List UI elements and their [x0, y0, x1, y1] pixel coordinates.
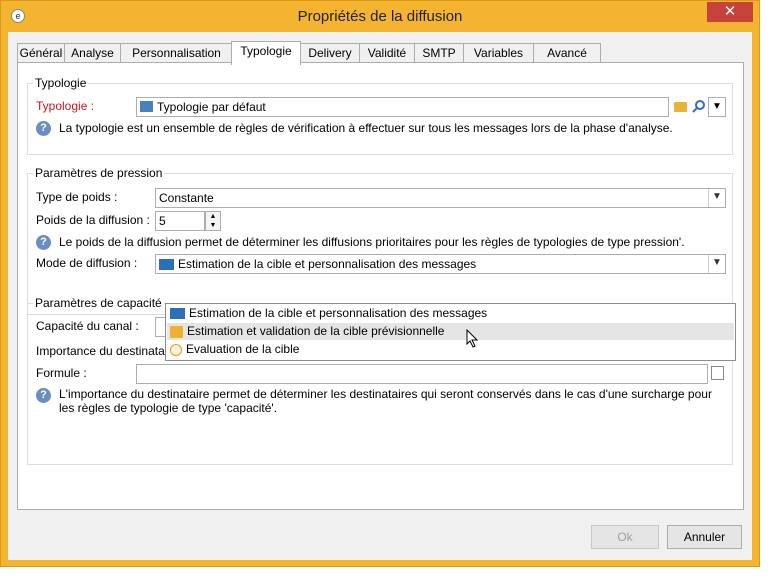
capacite-note-line2: les règles de typologie de type 'capacit…	[59, 401, 278, 415]
poids-spinner[interactable]: ▲ ▼	[205, 211, 221, 231]
mode-diffusion-label: Mode de diffusion :	[36, 256, 138, 270]
typologie-label: Typologie :	[36, 99, 95, 113]
info-icon: ?	[36, 121, 51, 136]
capacite-group-title: Paramètres de capacité	[33, 296, 164, 310]
tab-analyse[interactable]: Analyse	[64, 43, 121, 63]
typologie-group-title: Typologie	[33, 76, 89, 90]
cancel-button[interactable]: Annuler	[667, 525, 742, 549]
chevron-down-icon[interactable]: ▼	[708, 189, 725, 207]
tab-smtp[interactable]: SMTP	[414, 43, 464, 63]
typologie-field[interactable]: Typologie par défaut	[136, 97, 669, 117]
folder-icon[interactable]	[674, 102, 687, 112]
tab-panel: Typologie Typologie : Typologie par défa…	[17, 62, 744, 510]
info-icon: ?	[36, 388, 51, 403]
expression-editor-icon[interactable]	[711, 366, 724, 380]
tab-general[interactable]: Général	[17, 43, 65, 63]
dropdown-option[interactable]: Estimation et validation de la cible pré…	[167, 323, 734, 340]
mode-diffusion-value: Estimation de la cible et personnalisati…	[178, 257, 477, 271]
type-poids-select[interactable]: Constante ▼	[155, 188, 726, 208]
typologie-note: La typologie est un ensemble de règles d…	[59, 121, 673, 135]
mail-icon	[170, 308, 185, 320]
pression-note: Le poids de la diffusion permet de déter…	[59, 235, 685, 249]
ok-button[interactable]: Ok	[591, 525, 659, 549]
dialog-client: Général Analyse Personnalisation Typolog…	[8, 32, 752, 560]
tab-personnalisation[interactable]: Personnalisation	[120, 43, 233, 63]
formule-input[interactable]	[136, 364, 708, 384]
mail-icon	[159, 259, 174, 271]
typologie-dropdown-button[interactable]: ▼	[708, 97, 726, 117]
chevron-down-icon[interactable]: ▼	[708, 255, 725, 273]
dropdown-option[interactable]: Estimation de la cible et personnalisati…	[167, 305, 734, 322]
title-bar[interactable]: e Propriétés de la diffusion ✕	[1, 1, 759, 31]
tab-validite[interactable]: Validité	[359, 43, 415, 63]
close-button[interactable]: ✕	[707, 2, 753, 22]
calendar-icon	[170, 325, 183, 338]
capacite-note-line1: L'importance du destinataire permet de d…	[59, 387, 712, 401]
search-icon[interactable]	[691, 99, 707, 115]
window-title: Propriétés de la diffusion	[297, 8, 463, 25]
tab-avance[interactable]: Avancé	[533, 43, 601, 63]
dialog-window: e Propriétés de la diffusion ✕ Général A…	[0, 0, 760, 567]
typologie-group	[27, 83, 733, 155]
dropdown-option[interactable]: Evaluation de la cible	[167, 341, 734, 358]
importance-title: Importance du destinataire	[36, 344, 179, 358]
formule-label: Formule :	[36, 366, 87, 380]
poids-label: Poids de la diffusion :	[36, 213, 150, 227]
tab-delivery[interactable]: Delivery	[300, 43, 360, 63]
typologie-value: Typologie par défaut	[157, 100, 266, 114]
poids-input[interactable]: 5	[155, 211, 205, 231]
tab-typologie[interactable]: Typologie	[231, 41, 301, 65]
typologie-icon	[140, 101, 153, 112]
mode-diffusion-dropdown[interactable]: Estimation de la cible et personnalisati…	[165, 303, 736, 361]
capacite-canal-label: Capacité du canal :	[36, 319, 139, 333]
mouse-cursor-icon	[466, 329, 479, 348]
mode-diffusion-select[interactable]: Estimation de la cible et personnalisati…	[155, 254, 726, 274]
info-icon: ?	[36, 235, 51, 250]
pression-group-title: Paramètres de pression	[33, 166, 165, 180]
tab-variables[interactable]: Variables	[463, 43, 534, 63]
type-poids-value: Constante	[159, 191, 214, 205]
type-poids-label: Type de poids :	[36, 190, 118, 204]
play-icon	[170, 343, 182, 356]
